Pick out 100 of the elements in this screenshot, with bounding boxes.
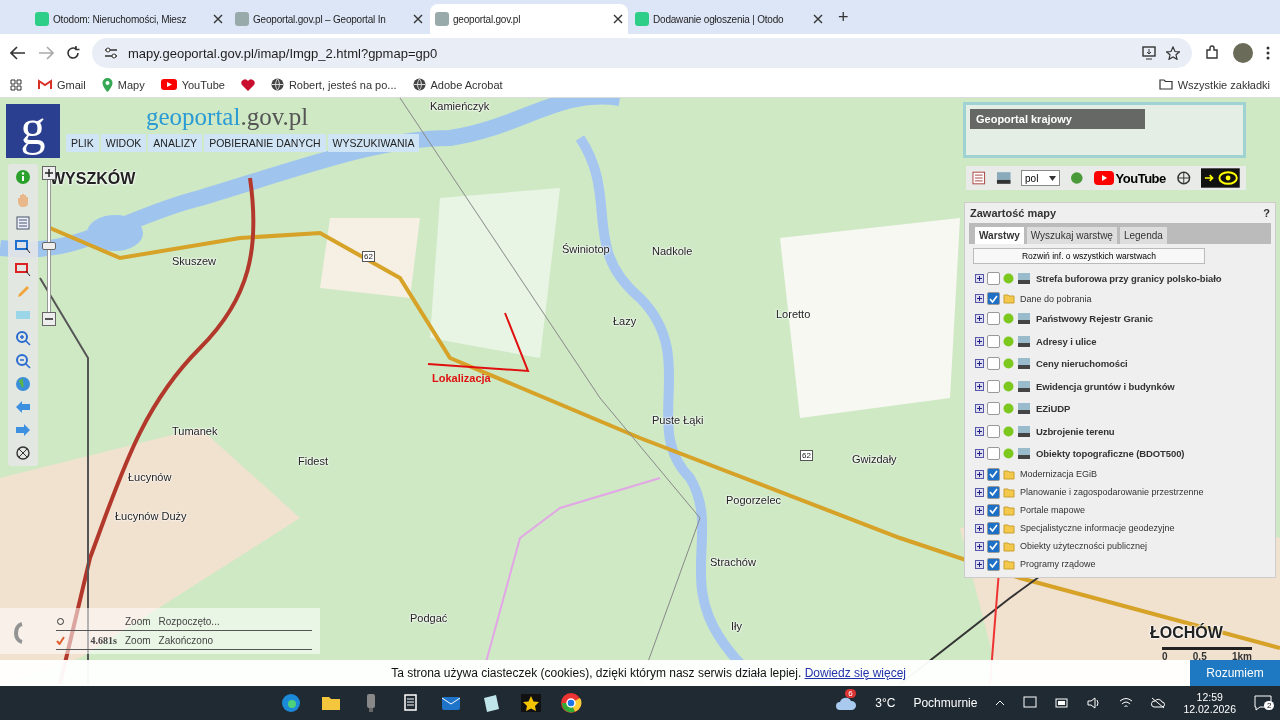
eye-icon[interactable]: [1201, 168, 1241, 188]
zoom-in-icon[interactable]: [15, 329, 31, 347]
more-icon[interactable]: [1266, 46, 1270, 60]
close-icon[interactable]: [613, 14, 623, 24]
bookmark[interactable]: Robert, jesteś na po...: [270, 78, 397, 91]
monitor-icon[interactable]: [1023, 696, 1038, 710]
cloud-off-icon[interactable]: [1151, 697, 1166, 709]
expand-icon[interactable]: [975, 273, 984, 283]
new-tab-button[interactable]: +: [830, 7, 849, 34]
speaker-icon[interactable]: [1087, 696, 1102, 710]
checkbox[interactable]: [987, 557, 1000, 571]
expand-icon[interactable]: [975, 426, 984, 436]
globe-icon[interactable]: [15, 375, 31, 393]
bookmark[interactable]: Gmail: [38, 78, 86, 91]
zoom-out-icon[interactable]: [15, 352, 31, 370]
checkbox[interactable]: [987, 521, 1000, 535]
checkbox[interactable]: [987, 312, 1000, 326]
close-icon[interactable]: [813, 14, 823, 24]
expand-icon[interactable]: [975, 559, 984, 569]
checkbox[interactable]: [987, 539, 1000, 553]
url-text: mapy.geoportal.gov.pl/imap/Imgp_2.html?gpmap=gp0: [128, 45, 438, 61]
expand-icon[interactable]: [975, 487, 984, 497]
battery-icon[interactable]: [1055, 698, 1070, 708]
extensions-icon[interactable]: [1204, 45, 1220, 61]
slider-thumb[interactable]: [42, 242, 56, 250]
forward-arrow-icon[interactable]: [15, 421, 31, 439]
bookmark[interactable]: Mapy: [101, 77, 145, 92]
checkbox[interactable]: [987, 402, 1000, 416]
checkbox[interactable]: [987, 357, 1000, 371]
expand-icon[interactable]: [975, 314, 984, 324]
expand-icon[interactable]: [975, 294, 984, 303]
clock[interactable]: 12:59 12.02.2026: [1183, 691, 1236, 715]
menu-button[interactable]: WYSZUKIWANIA: [327, 134, 420, 152]
service-icon[interactable]: [995, 171, 1012, 185]
log-status: Zakończono: [158, 634, 214, 646]
list-icon[interactable]: [972, 171, 986, 185]
notifications-icon[interactable]: [1254, 695, 1272, 711]
expand-icon[interactable]: [975, 541, 984, 551]
bookmark[interactable]: Adobe Acrobat: [412, 78, 503, 91]
checkbox[interactable]: [987, 467, 1000, 481]
expand-icon[interactable]: [975, 359, 984, 369]
service-icon: [1017, 271, 1031, 285]
apps-grid-icon[interactable]: [10, 78, 22, 91]
learn-more-link[interactable]: Dowiedz się więcej: [804, 666, 906, 680]
install-icon[interactable]: [1142, 46, 1156, 60]
bookmark[interactable]: YouTube: [160, 78, 225, 91]
chrome-icon[interactable]: [560, 692, 582, 714]
youtube-link[interactable]: YouTube: [1093, 170, 1166, 186]
expand-icon[interactable]: [975, 404, 984, 414]
expand-icon[interactable]: [975, 505, 984, 515]
checkbox[interactable]: [987, 271, 1000, 285]
wheel-icon[interactable]: [1175, 170, 1192, 186]
menu-button[interactable]: ANALIZY: [148, 134, 203, 152]
panel-tab[interactable]: Legenda: [1119, 227, 1167, 244]
folder-icon: [1003, 540, 1015, 552]
expand-all-button[interactable]: Rozwiń inf. o wszystkich warstwach: [973, 248, 1205, 264]
info-icon[interactable]: [15, 168, 31, 186]
browser-tab[interactable]: Geoportal.gov.pl – Geoportal In: [230, 4, 428, 34]
browser-tab[interactable]: geoportal.gov.pl: [430, 4, 628, 34]
panel-tab[interactable]: Warstwy: [975, 227, 1024, 244]
accept-button[interactable]: Rozumiem: [1190, 660, 1280, 686]
checkbox[interactable]: [987, 379, 1000, 393]
checkbox[interactable]: [987, 424, 1000, 438]
expand-icon[interactable]: [975, 449, 984, 459]
checkbox[interactable]: [987, 485, 1000, 499]
checkbox[interactable]: [987, 292, 1000, 305]
back-icon[interactable]: [10, 46, 26, 60]
expand-icon[interactable]: [975, 523, 984, 533]
wifi-icon[interactable]: [1119, 697, 1134, 709]
menu-button[interactable]: PLIK: [66, 134, 99, 152]
select-rectangle-icon[interactable]: [15, 237, 31, 255]
help-button[interactable]: ?: [1263, 207, 1270, 219]
expand-icon[interactable]: [975, 336, 984, 346]
close-icon[interactable]: [413, 14, 423, 24]
all-bookmarks[interactable]: Wszystkie zakładki: [1158, 78, 1270, 91]
menu-button[interactable]: WIDOK: [100, 134, 147, 152]
expand-icon[interactable]: [975, 469, 984, 479]
select-rectangle-icon[interactable]: [15, 260, 31, 278]
checkbox[interactable]: [987, 503, 1000, 517]
browser-tab[interactable]: Otodom: Nieruchomości, Miesz: [30, 4, 228, 34]
close-icon[interactable]: [213, 14, 223, 24]
zoom-minus-icon[interactable]: [42, 312, 56, 326]
star-icon[interactable]: [1166, 46, 1180, 60]
chevron-up-icon[interactable]: [995, 700, 1006, 706]
help-icon[interactable]: [1070, 171, 1084, 185]
address-bar[interactable]: mapy.geoportal.gov.pl/imap/Imgp_2.html?gpmap=gp0: [92, 38, 1192, 68]
checkbox[interactable]: [987, 447, 1000, 461]
language-select[interactable]: pol: [1021, 170, 1061, 186]
expand-icon[interactable]: [975, 381, 984, 391]
panel-tab[interactable]: Wyszukaj warstwę: [1026, 227, 1117, 244]
log-status: Rozpoczęto...: [158, 615, 220, 627]
browser-tab[interactable]: Dodawanie ogłoszenia | Otodo: [630, 4, 828, 34]
status-dot-icon: [1003, 403, 1014, 415]
browser-icon[interactable]: [280, 692, 302, 714]
reset-icon[interactable]: [15, 444, 31, 462]
menu-button[interactable]: POBIERANIE DANYCH: [204, 134, 326, 152]
avatar-icon[interactable]: [1232, 42, 1254, 64]
reload-icon[interactable]: [66, 46, 80, 60]
checkbox[interactable]: [987, 334, 1000, 348]
bookmark[interactable]: [240, 78, 255, 91]
